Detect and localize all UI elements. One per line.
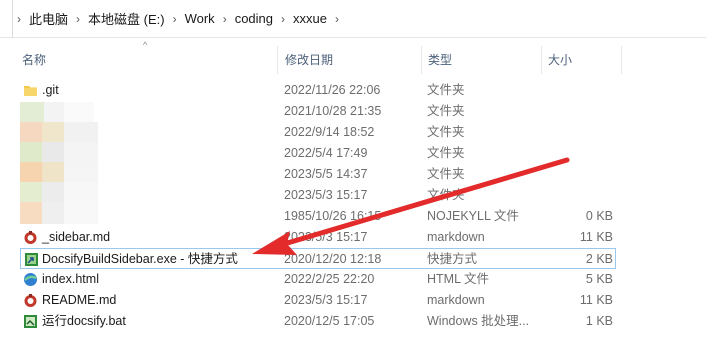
file-row-git[interactable]: .git 2022/11/26 22:06 文件夹 — [20, 80, 616, 101]
file-size: 2 KB — [585, 252, 613, 266]
column-divider[interactable] — [621, 46, 622, 74]
file-row-docsify-build-sidebar-shortcut[interactable]: DocsifyBuildSidebar.exe - 快捷方式 2020/12/2… — [20, 248, 616, 269]
breadcrumb-xxxue[interactable]: xxxue — [291, 11, 329, 26]
chevron-right-icon[interactable]: › — [217, 12, 233, 26]
file-type: 文件夹 — [427, 167, 465, 181]
file-date: 2022/9/14 18:52 — [284, 125, 375, 139]
file-size — [527, 164, 613, 185]
chevron-right-icon[interactable]: › — [275, 12, 291, 26]
file-size: 5 KB — [585, 272, 613, 286]
chevron-right-icon[interactable]: › — [329, 12, 345, 26]
file-type: 文件夹 — [427, 188, 465, 202]
file-name: index.html — [42, 272, 99, 286]
markdown-icon — [23, 293, 38, 308]
folder-icon — [23, 83, 38, 98]
breadcrumb-work[interactable]: Work — [183, 11, 217, 26]
file-row[interactable]: 2023/5/3 15:17 文件夹 — [20, 185, 616, 206]
file-name: .git — [42, 83, 59, 97]
file-date: 2021/10/28 21:35 — [284, 104, 382, 118]
column-header-date[interactable]: 修改日期 — [285, 46, 333, 74]
file-name: _sidebar.md — [42, 230, 111, 244]
file-size: 11 KB — [579, 293, 613, 307]
file-type: Windows 批处理... — [427, 314, 530, 328]
file-type: markdown — [427, 293, 485, 307]
batch-icon — [23, 314, 38, 329]
file-row-index-html[interactable]: index.html 2022/2/25 22:20 HTML 文件 5 KB — [20, 269, 616, 290]
file-date: 2022/11/26 22:06 — [284, 83, 381, 97]
file-row[interactable]: 2022/5/4 17:49 文件夹 — [20, 143, 616, 164]
breadcrumb-this-pc[interactable]: 此电脑 — [27, 9, 70, 28]
column-header-name[interactable]: 名称 — [22, 46, 46, 74]
file-date: 2023/5/5 14:37 — [284, 167, 368, 181]
file-type: 文件夹 — [427, 104, 465, 118]
file-date: 2023/5/3 15:17 — [284, 188, 368, 202]
breadcrumb-root-chevron-icon[interactable]: › — [13, 12, 27, 26]
html-icon — [23, 272, 38, 287]
file-type: NOJEKYLL 文件 — [427, 209, 519, 223]
column-header-type[interactable]: 类型 — [428, 46, 452, 74]
file-name: DocsifyBuildSidebar.exe - 快捷方式 — [42, 252, 238, 266]
file-name: 运行docsify.bat — [42, 314, 126, 328]
file-size — [527, 101, 613, 122]
file-row-run-docsify-bat[interactable]: 运行docsify.bat 2020/12/5 17:05 Windows 批处… — [20, 311, 616, 332]
file-row[interactable]: 2022/9/14 18:52 文件夹 — [20, 122, 616, 143]
file-date: 2022/5/4 17:49 — [284, 146, 368, 160]
column-divider[interactable] — [277, 46, 278, 74]
column-header: 名称 修改日期 类型 大小 — [0, 46, 706, 74]
file-date: 2020/12/5 17:05 — [284, 314, 375, 328]
file-row-nojekyll[interactable]: 1985/10/26 16:15 NOJEKYLL 文件 0 KB — [20, 206, 616, 227]
file-type: 文件夹 — [427, 83, 465, 97]
file-date: 2020/12/20 12:18 — [284, 252, 382, 266]
column-header-size[interactable]: 大小 — [548, 46, 572, 74]
breadcrumb-coding[interactable]: coding — [233, 11, 275, 26]
chevron-right-icon[interactable]: › — [70, 12, 86, 26]
file-size: 11 KB — [579, 230, 613, 244]
file-size — [527, 122, 613, 143]
file-size — [527, 80, 613, 101]
file-date: 1985/10/26 16:15 — [284, 209, 382, 223]
address-bar[interactable]: › 此电脑 › 本地磁盘 (E:) › Work › coding › xxxu… — [0, 0, 706, 38]
file-name: README.md — [42, 293, 117, 307]
file-size — [527, 143, 613, 164]
file-type: HTML 文件 — [427, 272, 490, 286]
chevron-right-icon[interactable]: › — [167, 12, 183, 26]
file-type: markdown — [427, 230, 485, 244]
file-date: 2023/5/3 15:17 — [284, 293, 368, 307]
shortcut-icon — [24, 252, 39, 267]
file-size — [527, 185, 613, 206]
file-type: 文件夹 — [427, 146, 465, 160]
file-row[interactable]: 2023/5/5 14:37 文件夹 — [20, 164, 616, 185]
file-size: 0 KB — [585, 209, 613, 223]
column-divider[interactable] — [541, 46, 542, 74]
file-size: 1 KB — [585, 314, 613, 328]
file-type: 快捷方式 — [427, 252, 478, 266]
column-divider[interactable] — [421, 46, 422, 74]
file-row[interactable]: 2021/10/28 21:35 文件夹 — [20, 101, 616, 122]
file-type: 文件夹 — [427, 125, 465, 139]
redaction-mosaic — [18, 102, 106, 226]
markdown-icon — [23, 230, 38, 245]
file-row-sidebar-md[interactable]: _sidebar.md 2023/5/3 15:17 markdown 11 K… — [20, 227, 616, 248]
breadcrumb-drive-e[interactable]: 本地磁盘 (E:) — [86, 9, 167, 28]
nav-edge — [0, 0, 13, 37]
file-date: 2022/2/25 22:20 — [284, 272, 375, 286]
file-date: 2023/5/3 15:17 — [284, 230, 368, 244]
file-row-readme-md[interactable]: README.md 2023/5/3 15:17 markdown 11 KB — [20, 290, 616, 311]
